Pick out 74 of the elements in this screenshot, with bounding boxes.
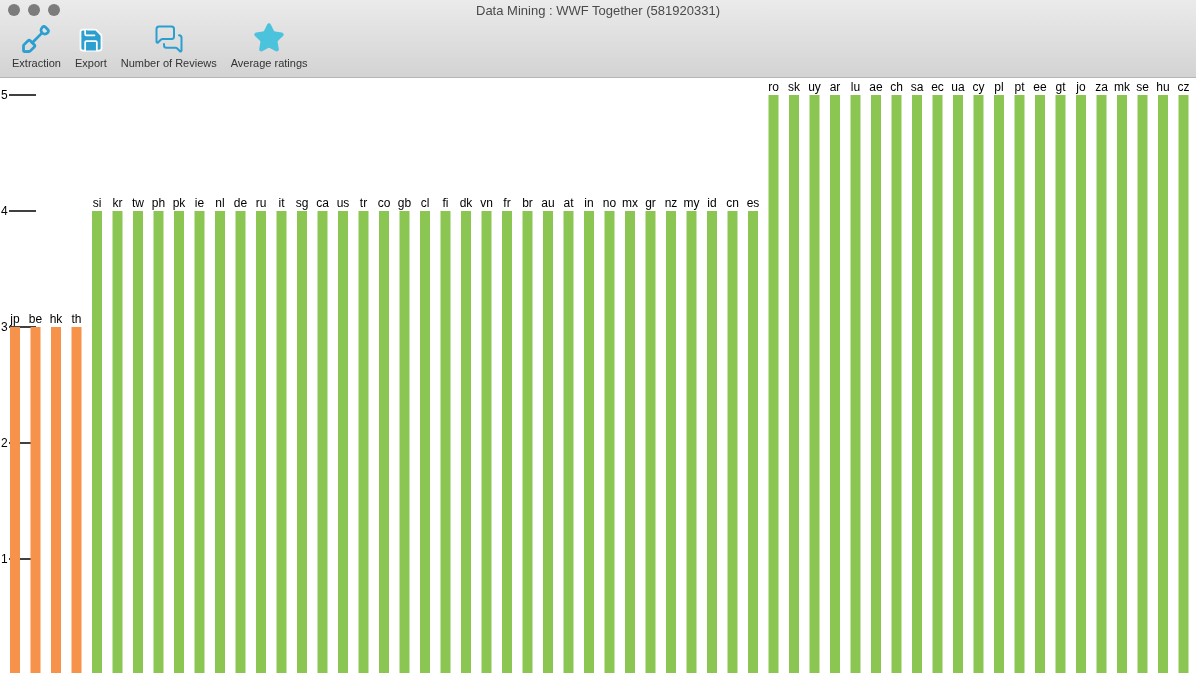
bar-label: cy — [972, 80, 985, 94]
bar-label: au — [541, 196, 555, 210]
bar-label: mx — [622, 196, 638, 210]
window-title: Data Mining : WWF Together (581920331) — [476, 2, 720, 21]
y-tick-label: 5 — [1, 88, 8, 102]
bar-label: nz — [664, 196, 678, 210]
bar-label: lu — [850, 80, 861, 94]
bar-label: it — [278, 196, 285, 210]
bar-label: jo — [1076, 80, 1086, 94]
bar-label: ru — [255, 196, 267, 210]
y-tick-label: 4 — [1, 204, 8, 218]
bar-label: in — [584, 196, 594, 210]
bar-label: gt — [1055, 80, 1066, 94]
window-control[interactable] — [8, 4, 20, 16]
bar-label: gr — [645, 196, 656, 210]
bar-label: ar — [829, 80, 841, 94]
y-tick-label: 1 — [1, 552, 8, 566]
bar-label: us — [336, 196, 350, 210]
bar-label: fi — [442, 196, 449, 210]
star-icon — [253, 22, 286, 54]
bar-label: za — [1095, 80, 1108, 94]
bar-label: br — [522, 196, 533, 210]
bar-label: be — [28, 312, 43, 326]
bar-label: vn — [480, 196, 493, 210]
toolbar-button[interactable]: Extraction — [12, 24, 61, 69]
bar-label: pl — [994, 80, 1004, 94]
bar-label: no — [602, 196, 617, 210]
toolbar-button[interactable]: Export — [74, 26, 107, 69]
bar-label: sg — [295, 196, 309, 210]
bar-label: at — [563, 196, 574, 210]
chat-bubbles-icon — [153, 24, 184, 54]
bar-label: uy — [808, 80, 821, 94]
bar-label: se — [1136, 80, 1149, 94]
toolbar-button[interactable]: Average ratings — [230, 22, 308, 69]
bar-label: si — [92, 196, 102, 210]
bar-label: co — [377, 196, 391, 210]
bar-label: hu — [1156, 80, 1170, 94]
shovel-icon — [21, 24, 52, 54]
toolbar-button[interactable]: Number of Reviews — [120, 24, 217, 69]
bar-label: cn — [726, 196, 739, 210]
bar-label: hk — [49, 312, 63, 326]
bar-label: sa — [910, 80, 924, 94]
bar-label: my — [683, 196, 700, 210]
bar-label: pk — [172, 196, 186, 210]
bar-label: de — [233, 196, 248, 210]
bar-label: ch — [890, 80, 903, 94]
bar-label: jp — [10, 312, 20, 326]
bar-label: tw — [132, 196, 144, 210]
bar-label: ca — [316, 196, 329, 210]
bar-label: ro — [768, 80, 779, 94]
bar-label: ec — [931, 80, 944, 94]
window-control[interactable] — [48, 4, 60, 16]
bar-label: es — [746, 196, 760, 210]
bar-label: ua — [951, 80, 965, 94]
bar-label: gb — [397, 196, 412, 210]
bar-label: cz — [1177, 80, 1190, 94]
bar-label: ie — [194, 196, 205, 210]
bar-label: id — [707, 196, 717, 210]
bar-label: ae — [869, 80, 883, 94]
bar-label: kr — [112, 196, 123, 210]
bar-label: mk — [1114, 80, 1130, 94]
bar-label: ee — [1033, 80, 1047, 94]
window-control[interactable] — [28, 4, 40, 16]
bar-label: ph — [151, 196, 166, 210]
bar-label: dk — [459, 196, 473, 210]
bar-label: cl — [420, 196, 430, 210]
bar-label: pt — [1014, 80, 1025, 94]
bar-label: tr — [359, 196, 368, 210]
bar-label: fr — [503, 196, 511, 210]
bar-label: th — [71, 312, 82, 326]
bar-label: sk — [788, 80, 800, 94]
bar-label: nl — [215, 196, 225, 210]
y-tick-label: 2 — [1, 436, 8, 450]
y-tick-label: 3 — [1, 320, 8, 334]
